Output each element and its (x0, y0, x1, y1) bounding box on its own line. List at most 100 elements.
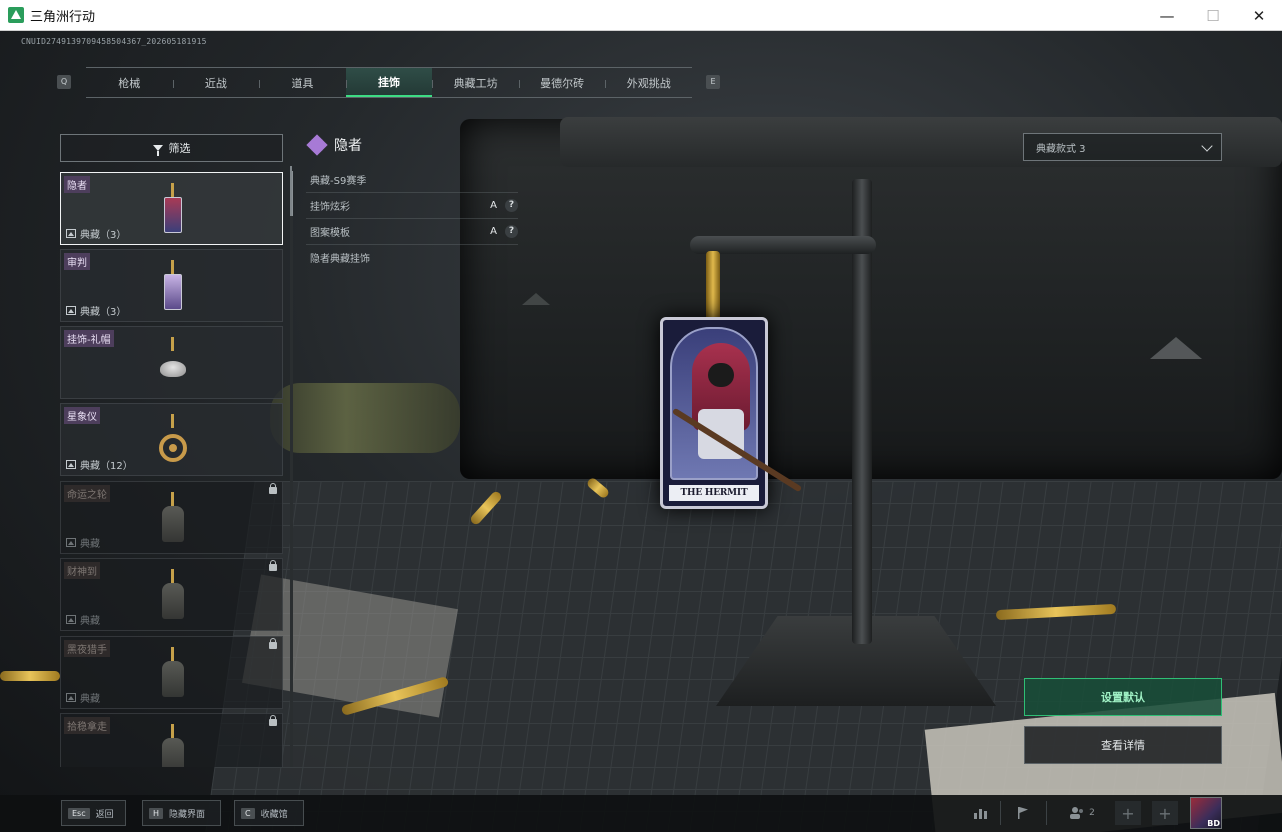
item-meta-text: 典藏（3） (80, 307, 127, 318)
item-meta-text: 典藏（12） (80, 461, 133, 472)
tab-guns[interactable]: 枪械 (86, 68, 173, 97)
add-teammate-button[interactable]: + (1115, 801, 1141, 825)
fortune-charm-icon (158, 565, 188, 623)
tab-mandel-brick[interactable]: 曼德尔砖 (518, 68, 606, 97)
next-tab-key[interactable]: E (706, 75, 720, 89)
separator (1000, 801, 1001, 825)
avatar-tag: BD (1207, 819, 1220, 828)
avatar[interactable]: BD (1190, 797, 1222, 829)
picture-icon (66, 538, 76, 547)
list-item[interactable]: 挂饰-礼帽 (60, 326, 283, 399)
item-meta: 典藏 (66, 612, 100, 627)
charm-hook (706, 251, 720, 321)
list-item[interactable]: 黑夜猎手 典藏 (60, 636, 283, 709)
item-meta: 典藏（3） (66, 303, 126, 318)
grade-value: A (490, 200, 497, 211)
maximize-button[interactable]: ☐ (1190, 0, 1236, 31)
attribute-row: 隐者典藏挂饰 (306, 244, 518, 270)
charm-artwork (670, 327, 803, 493)
list-item[interactable]: 拾稳拿走 (60, 713, 283, 767)
hotkey-label: 隐藏界面 (169, 809, 206, 820)
app-logo-icon (8, 7, 24, 23)
set-default-button[interactable]: 设置默认 (1024, 678, 1222, 716)
list-item[interactable]: 星象仪 典藏（12） (60, 403, 283, 476)
item-meta: 典藏 (66, 535, 100, 550)
item-meta-text: 典藏（3） (80, 230, 127, 241)
picture-icon (66, 460, 76, 469)
chevron-down-icon (1201, 140, 1213, 152)
help-icon[interactable]: ? (505, 225, 518, 238)
list-item[interactable]: 隐者 典藏（3） (60, 172, 283, 245)
item-name: 财神到 (64, 562, 100, 579)
figure-charm-icon (158, 720, 188, 767)
list-item[interactable]: 命运之轮 典藏 (60, 481, 283, 554)
detail-header: 隐者 (306, 130, 520, 160)
view-details-button[interactable]: 查看详情 (1024, 726, 1222, 764)
separator (1046, 801, 1047, 825)
hotkey-key: Esc (68, 807, 90, 819)
hermit-tarot-charm[interactable]: THE HERMIT (660, 317, 803, 509)
tab-items[interactable]: 道具 (259, 68, 346, 97)
item-meta-text: 典藏 (80, 539, 100, 550)
attribute-grade: A ? (490, 225, 518, 238)
style-select[interactable]: 典藏款式 3 (1023, 133, 1222, 161)
detail-rule (290, 166, 292, 216)
flag-icon[interactable] (1010, 801, 1036, 825)
attribute-label: 隐者典藏挂饰 (310, 254, 370, 265)
top-hat-charm-icon (158, 333, 188, 391)
tab-collection-workshop[interactable]: 典藏工坊 (432, 68, 519, 97)
category-tabs: 枪械 近战 道具 挂饰 典藏工坊 曼德尔砖 外观挑战 (86, 67, 692, 98)
hide-ui-hotkey[interactable]: H 隐藏界面 (142, 800, 221, 826)
charm-list[interactable]: 隐者 典藏（3） 审判 典藏（3） 挂饰-礼帽 星象仪 典藏（12） 命运之轮 … (60, 171, 283, 767)
party-count: 2 (1089, 808, 1095, 818)
lock-icon (269, 560, 277, 571)
close-button[interactable]: ✕ (1236, 0, 1282, 31)
stats-icon[interactable] (968, 801, 994, 825)
tab-melee[interactable]: 近战 (172, 68, 260, 97)
help-icon[interactable]: ? (505, 199, 518, 212)
bullet-prop (0, 671, 60, 681)
prev-tab-key[interactable]: Q (57, 75, 71, 89)
session-id: CNUID2749139709458504367_202605181915 (21, 37, 207, 46)
tab-appearance-challenge[interactable]: 外观挑战 (605, 68, 692, 97)
lock-icon (269, 715, 277, 726)
filter-label: 筛选 (168, 142, 191, 155)
detail-title: 隐者 (334, 138, 362, 154)
tarot-card-charm-icon (158, 179, 188, 237)
filter-icon (152, 145, 163, 156)
list-item[interactable]: 财神到 典藏 (60, 558, 283, 631)
add-teammate-button[interactable]: + (1152, 801, 1178, 825)
collection-hotkey[interactable]: C 收藏馆 (234, 800, 304, 826)
crate-chevron-decal (1150, 337, 1202, 359)
item-name: 隐者 (64, 176, 90, 193)
hotkey-key: H (149, 807, 164, 819)
tab-charms[interactable]: 挂饰 (345, 68, 433, 97)
tarot-card-charm-purple-icon (158, 256, 188, 314)
list-item[interactable]: 审判 典藏（3） (60, 249, 283, 322)
party-icon[interactable]: 2 (1062, 801, 1102, 825)
lock-icon (269, 638, 277, 649)
canister-prop (270, 383, 460, 453)
item-meta-text: 典藏 (80, 694, 100, 705)
item-name: 命运之轮 (64, 485, 110, 502)
hotkey-key: C (241, 807, 255, 819)
item-name: 拾稳拿走 (64, 717, 110, 734)
hotkey-label: 收藏馆 (260, 809, 288, 820)
minimize-button[interactable]: — (1144, 0, 1190, 31)
item-name: 审判 (64, 253, 90, 270)
rarity-diamond-icon (306, 134, 328, 156)
window-title: 三角洲行动 (30, 9, 96, 25)
filter-button[interactable]: 筛选 (60, 134, 283, 162)
back-hotkey[interactable]: Esc 返回 (61, 800, 126, 826)
list-scrollbar[interactable] (290, 171, 293, 767)
item-meta-text: 典藏 (80, 616, 100, 627)
attribute-label: 典藏-S9赛季 (310, 175, 367, 187)
hunter-charm-icon (158, 643, 188, 701)
lock-icon (269, 483, 277, 494)
window-titlebar: 三角洲行动 — ☐ ✕ (0, 0, 1282, 31)
picture-icon (66, 306, 76, 315)
attribute-row: 图案模板 A ? (306, 218, 518, 244)
bottom-bar: Esc 返回 H 隐藏界面 C 收藏馆 2 + + (0, 795, 1282, 832)
picture-icon (66, 229, 76, 238)
detail-attributes: 典藏-S9赛季 挂饰炫彩 A ? 图案模板 A ? 隐者典藏挂饰 (306, 166, 518, 270)
